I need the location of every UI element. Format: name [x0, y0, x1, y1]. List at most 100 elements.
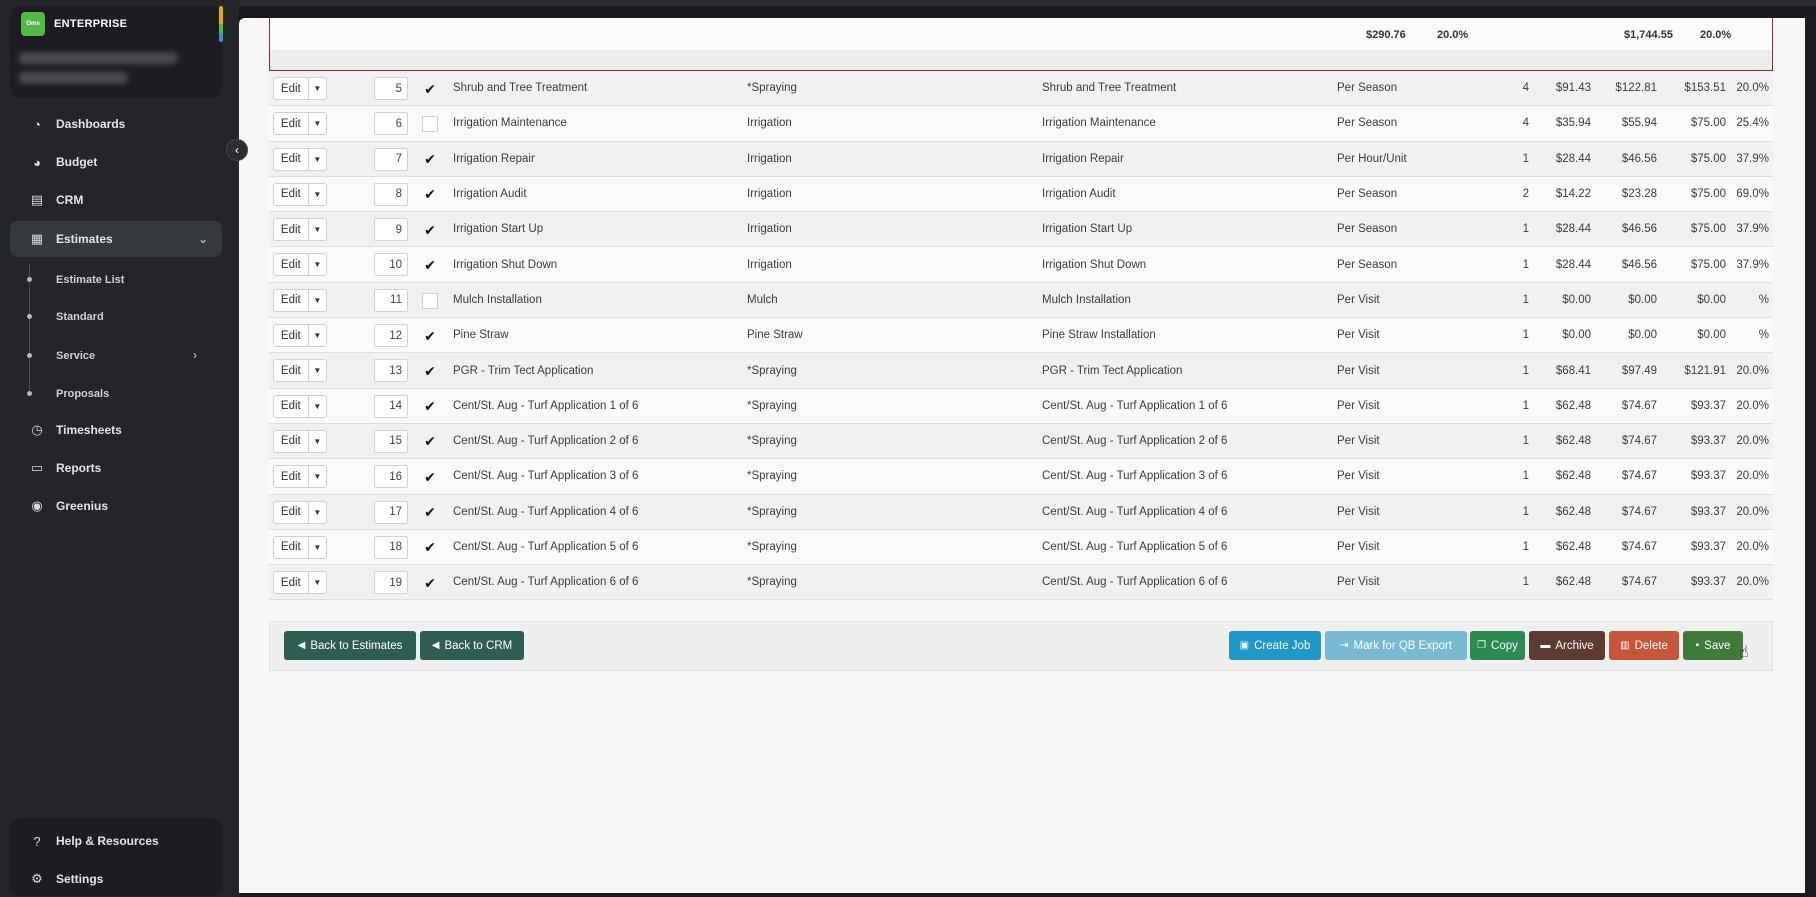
sidebar-item-estimates[interactable]: ▦ Estimates ⌄ [10, 221, 222, 257]
include-checkbox[interactable]: ✔ [422, 539, 438, 556]
edit-button[interactable]: Edit [274, 572, 309, 594]
cell-qty: 1 [1522, 293, 1529, 306]
back-to-crm-button[interactable]: ◀ Back to CRM [420, 631, 524, 660]
line-number-input[interactable]: 17 [374, 500, 408, 524]
edit-button[interactable]: Edit [274, 325, 309, 347]
caret-down-icon[interactable]: ▼ [309, 78, 326, 99]
archive-button[interactable]: ▬ Archive [1529, 631, 1605, 660]
include-checkbox[interactable]: ✔ [422, 433, 438, 450]
caret-down-icon[interactable]: ▼ [309, 149, 326, 170]
line-number-input[interactable]: 5 [374, 77, 408, 100]
include-checkbox[interactable] [422, 292, 438, 309]
edit-button[interactable]: Edit [274, 536, 309, 558]
edit-button[interactable]: Edit [274, 113, 309, 135]
line-number-input[interactable]: 14 [374, 394, 408, 418]
sidebar-item-settings[interactable]: ⚙ Settings [10, 861, 222, 897]
caret-down-icon[interactable]: ▼ [309, 184, 326, 205]
include-checkbox[interactable]: ✔ [422, 257, 438, 273]
include-checkbox[interactable]: ✔ [422, 469, 438, 485]
back-to-estimates-button[interactable]: ◀ Back to Estimates [284, 631, 416, 660]
include-checkbox[interactable]: ✔ [422, 575, 438, 591]
cell-mid: $74.67 [1621, 505, 1657, 518]
edit-button[interactable]: Edit [274, 254, 309, 276]
submenu-dot [27, 353, 32, 358]
line-number-input[interactable]: 15 [374, 429, 408, 453]
line-number-input[interactable]: 10 [374, 253, 408, 277]
table-row: Edit ▼ 18 ✔ Cent/St. Aug - Turf Application … [269, 529, 1773, 566]
caret-down-icon[interactable]: ▼ [309, 502, 326, 523]
copy-button[interactable]: ❐ Copy [1470, 631, 1525, 660]
include-checkbox[interactable]: ✔ [422, 151, 438, 168]
caret-down-icon[interactable]: ▼ [309, 466, 326, 487]
delete-button[interactable]: ▥ Delete [1609, 631, 1679, 660]
include-checkbox[interactable]: ✔ [422, 186, 438, 203]
chevron-right-icon[interactable]: › [193, 348, 197, 362]
line-number-input[interactable]: 18 [374, 535, 408, 559]
sidebar-item-greenius[interactable]: ◉ Greenius [10, 488, 222, 524]
cell-desc: Cent/St. Aug - Turf Application 1 of 6 [1042, 399, 1228, 412]
caret-down-icon[interactable]: ▼ [309, 113, 326, 134]
line-number-input[interactable]: 6 [374, 112, 408, 136]
line-number-input[interactable]: 11 [374, 288, 408, 312]
create-job-button[interactable]: ▣ Create Job [1229, 631, 1321, 660]
sidebar-item-help[interactable]: ? Help & Resources [10, 823, 222, 859]
sidebar-item-budget[interactable]: ◕ Budget [10, 144, 222, 180]
caret-down-icon[interactable]: ▼ [309, 325, 326, 346]
line-number-input[interactable]: 12 [374, 324, 408, 348]
summary-pct: 20.0% [1437, 29, 1469, 41]
include-checkbox[interactable]: ✔ [422, 398, 438, 415]
caret-down-icon[interactable]: ▼ [309, 219, 326, 240]
submenu-standard[interactable]: Standard [56, 311, 104, 323]
submenu-service[interactable]: Service [56, 350, 95, 362]
sidebar-item-reports[interactable]: ▭ Reports [10, 450, 222, 486]
submenu-proposals[interactable]: Proposals [56, 388, 109, 400]
include-checkbox[interactable]: ✔ [422, 81, 438, 97]
line-number-input[interactable]: 8 [374, 182, 408, 206]
mark-for-qb-export-button[interactable]: ⇥ Mark for QB Export [1325, 631, 1467, 660]
edit-button[interactable]: Edit [274, 466, 309, 488]
cell-desc: Pine Straw Installation [1042, 329, 1156, 342]
include-checkbox[interactable]: ✔ [422, 504, 438, 521]
clock-icon: ◷ [31, 422, 43, 437]
save-button[interactable]: ▪ Save [1683, 631, 1743, 660]
caret-down-icon[interactable]: ▼ [309, 431, 326, 452]
include-checkbox[interactable]: ✔ [422, 328, 438, 344]
sidebar-item-dashboards[interactable]: ◔ Dashboards [10, 106, 222, 142]
caret-down-icon[interactable]: ▼ [309, 396, 326, 417]
include-checkbox[interactable]: ✔ [422, 222, 438, 238]
edit-button[interactable]: Edit [274, 148, 309, 170]
include-checkbox[interactable] [422, 116, 438, 133]
edit-button[interactable]: Edit [274, 219, 309, 241]
caret-down-icon[interactable]: ▼ [309, 537, 326, 558]
sidebar-collapse-button[interactable]: ‹ [226, 139, 248, 161]
line-number-input[interactable]: 13 [374, 359, 408, 383]
arrow-left-circle-icon: ◀ [431, 640, 440, 651]
summary-row: $290.76 20.0% $1,744.55 20.0% [269, 18, 1773, 71]
table-row: Edit ▼ 9 ✔ Irrigation Start Up Irrigation Irri… [269, 212, 1773, 248]
cell-desc: Irrigation Shut Down [1042, 258, 1147, 271]
line-number-input[interactable]: 7 [374, 147, 408, 171]
gear-icon: ⚙ [31, 871, 43, 886]
line-number-input[interactable]: 16 [374, 465, 408, 489]
edit-button[interactable]: Edit [274, 289, 309, 311]
edit-button[interactable]: Edit [274, 501, 309, 523]
caret-down-icon[interactable]: ▼ [309, 254, 326, 275]
cell-qty: 1 [1522, 152, 1529, 165]
line-number-input[interactable]: 9 [374, 218, 408, 242]
sidebar-item-crm[interactable]: ▤ CRM [10, 182, 222, 218]
edit-button[interactable]: Edit [274, 78, 309, 99]
edit-button[interactable]: Edit [274, 395, 309, 417]
include-checkbox[interactable]: ✔ [422, 363, 438, 379]
edit-button[interactable]: Edit [274, 183, 309, 205]
caret-down-icon[interactable]: ▼ [309, 572, 326, 593]
table-row: Edit ▼ 19 ✔ Cent/St. Aug - Turf Application … [269, 565, 1773, 601]
edit-button[interactable]: Edit [274, 430, 309, 452]
cell-mid: $0.00 [1628, 293, 1657, 306]
edit-button-group: Edit ▼ [273, 147, 327, 171]
sidebar-item-timesheets[interactable]: ◷ Timesheets [10, 412, 222, 448]
caret-down-icon[interactable]: ▼ [309, 360, 326, 381]
submenu-estimate-list[interactable]: Estimate List [56, 274, 124, 286]
edit-button[interactable]: Edit [274, 360, 309, 382]
line-number-input[interactable]: 19 [374, 571, 408, 595]
caret-down-icon[interactable]: ▼ [309, 290, 326, 311]
